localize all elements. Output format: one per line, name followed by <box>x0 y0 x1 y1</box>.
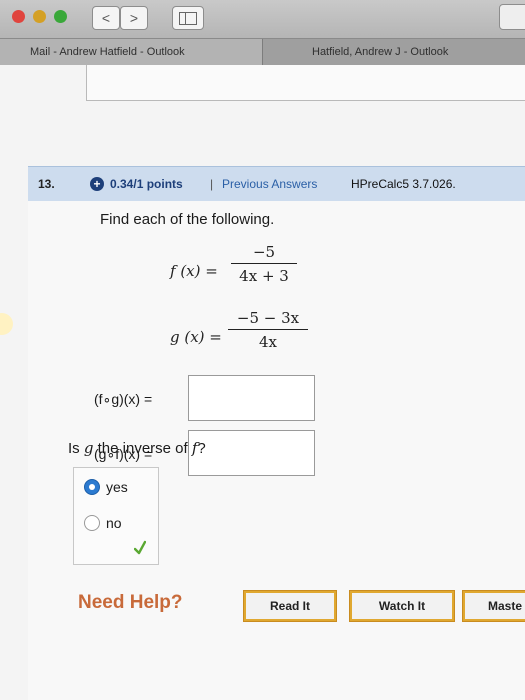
tab-label: Hatfield, Andrew J - Outlook <box>312 46 449 58</box>
fog-answer-input[interactable] <box>188 375 315 421</box>
master-it-button[interactable]: Maste <box>462 590 525 622</box>
g-numerator: −5 − 3x <box>236 309 300 327</box>
f-denominator: 4x + 3 <box>239 267 289 285</box>
highlight-dot <box>0 313 13 335</box>
browser-titlebar: < > <box>0 0 525 38</box>
fog-label: (f∘g)(x) = <box>94 391 153 407</box>
radio-yes[interactable] <box>84 479 100 495</box>
f-definition-lhs: f (x) = <box>170 262 218 280</box>
inverse-question-suffix: ? <box>197 440 206 457</box>
check-icon <box>134 540 146 555</box>
f-numerator: −5 <box>252 243 276 261</box>
previous-answers-link[interactable]: Previous Answers <box>222 167 317 201</box>
tab-strip: Mail - Andrew Hatfield - Outlook Hatfiel… <box>0 38 525 66</box>
page-content: 13. + 0.34/1 points | Previous Answers H… <box>0 65 525 700</box>
tab-mail-outlook[interactable]: Mail - Andrew Hatfield - Outlook <box>0 39 263 65</box>
inverse-question-g: g <box>83 439 94 457</box>
question-prompt: Find each of the following. <box>100 211 275 228</box>
radio-no[interactable] <box>84 515 100 531</box>
gof-answer-input[interactable] <box>188 430 315 476</box>
inverse-question: Is g the inverse of f? <box>68 439 206 457</box>
plus-icon[interactable]: + <box>90 177 104 191</box>
inverse-question-prefix: Is <box>68 440 80 457</box>
toolbar-right-button[interactable] <box>499 4 525 30</box>
inverse-question-middle: the inverse of <box>97 440 188 457</box>
need-help-label: Need Help? <box>78 592 183 613</box>
close-window-button[interactable] <box>12 10 25 23</box>
question-number: 13. <box>38 177 55 191</box>
zoom-window-button[interactable] <box>54 10 67 23</box>
chevron-left-icon: < <box>101 10 111 26</box>
header-separator: | <box>210 177 214 191</box>
points-label: 0.34/1 points <box>110 177 183 191</box>
radio-no-label[interactable]: no <box>106 515 122 531</box>
sidebar-toggle-button[interactable] <box>172 6 204 30</box>
radio-yes-label[interactable]: yes <box>106 479 128 495</box>
g-definition-lhs: g (x) = <box>170 328 222 346</box>
read-it-button[interactable]: Read It <box>243 590 337 622</box>
assignment-id: HPreCalc5 3.7.026. <box>351 177 456 191</box>
tab-label: Mail - Andrew Hatfield - Outlook <box>30 46 185 58</box>
g-denominator: 4x <box>258 333 277 351</box>
minimize-window-button[interactable] <box>33 10 46 23</box>
tab-hatfield-outlook[interactable]: Hatfield, Andrew J - Outlook <box>262 39 525 65</box>
previous-question-box <box>86 65 525 101</box>
f-fraction: −5 4x + 3 <box>231 243 297 285</box>
chevron-right-icon: > <box>129 10 139 26</box>
g-fraction: −5 − 3x 4x <box>228 309 308 351</box>
question-header: 13. + 0.34/1 points | Previous Answers H… <box>28 166 525 202</box>
back-button[interactable]: < <box>92 6 120 30</box>
watch-it-button[interactable]: Watch It <box>349 590 455 622</box>
inverse-radio-group: yes no <box>73 467 159 565</box>
forward-button[interactable]: > <box>120 6 148 30</box>
